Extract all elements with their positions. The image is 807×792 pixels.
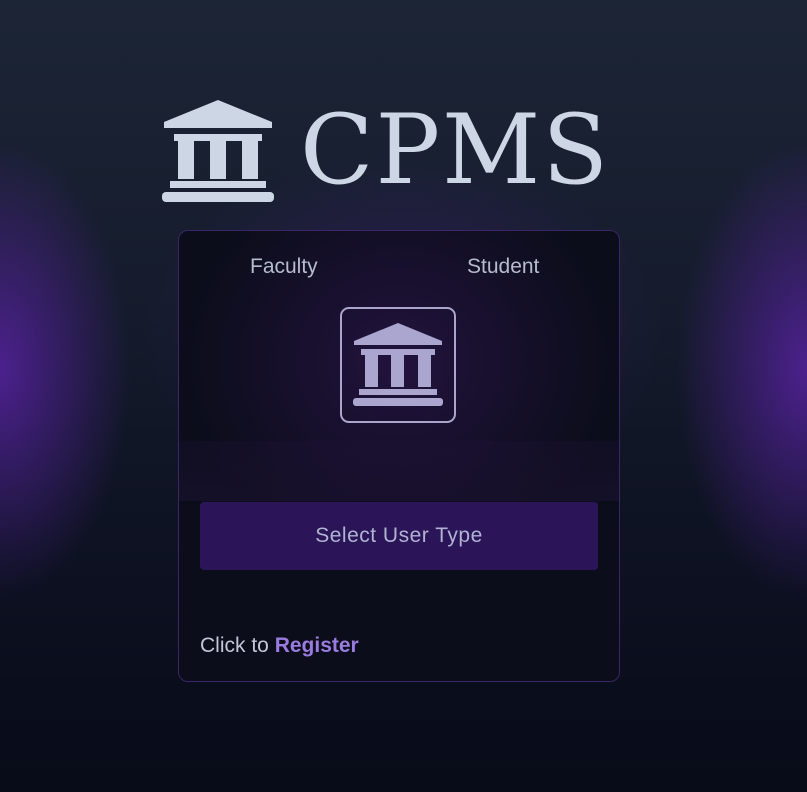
register-prompt: Click to Register xyxy=(200,634,359,658)
login-card: Faculty Student Select User Type Click t… xyxy=(178,230,620,682)
app-header: CPMS xyxy=(160,92,650,207)
register-prefix: Click to xyxy=(200,634,269,657)
tab-student[interactable]: Student xyxy=(467,255,539,279)
user-type-tabs: Faculty Student xyxy=(179,255,619,285)
select-user-type-button[interactable]: Select User Type xyxy=(200,502,598,570)
tab-faculty[interactable]: Faculty xyxy=(250,255,318,279)
register-link[interactable]: Register xyxy=(275,634,359,657)
user-type-icon-box xyxy=(340,307,456,423)
app-title: CPMS xyxy=(300,93,611,206)
institution-icon xyxy=(351,321,445,409)
card-band xyxy=(179,441,619,501)
institution-icon xyxy=(160,96,276,204)
